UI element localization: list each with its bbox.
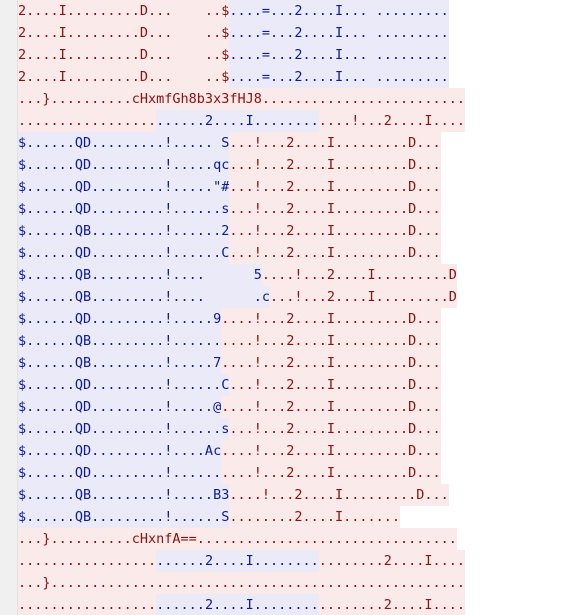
text-line: $......QB.........!.....B3....!...2....I…	[18, 484, 581, 506]
text-line: $......QD.........!......s...!...2....I.…	[18, 418, 581, 440]
line-gutter	[0, 0, 18, 615]
text-segment: .................	[18, 594, 157, 615]
text-segment: ....=...2....I... .........	[229, 66, 449, 88]
text-line: $......QD.........!......C...!...2....I.…	[18, 374, 581, 396]
text-segment: ....!...2....I....	[318, 110, 466, 132]
text-content: 2....I.........D... ..$....=...2....I...…	[18, 0, 581, 615]
text-segment: ....!...2....I.........D...	[221, 352, 441, 374]
text-line: $......QD.........!..... S...!...2....I.…	[18, 132, 581, 154]
text-segment: $......QB.........!.....7	[18, 352, 222, 374]
text-segment: $......QB.........!.... .c	[18, 286, 270, 308]
text-segment: ....!...2....I.........D...	[221, 462, 441, 484]
text-segment: ...!...2....I.........D...	[229, 374, 441, 396]
text-segment: $......QD.........!......C	[18, 242, 230, 264]
text-line: ...}..........cHxnfA==..................…	[18, 528, 581, 550]
text-segment: ...!...2....I.........D...	[229, 242, 441, 264]
text-line: 2....I.........D... ..$....=...2....I...…	[18, 44, 581, 66]
text-segment: $......QD.........!......s	[18, 418, 230, 440]
text-segment: ...!...2....I.........D...	[229, 154, 441, 176]
text-segment: $......QD.........!......	[18, 462, 222, 484]
text-line: $......QD.........!.....qc...!...2....I.…	[18, 154, 581, 176]
text-segment: .................	[18, 110, 157, 132]
text-segment: ....!...2....I.........D	[261, 264, 457, 286]
text-segment: $......QD.........!..... S	[18, 132, 230, 154]
text-line: .......................2....I...........…	[18, 550, 581, 572]
text-segment: $......QD.........!......s	[18, 198, 230, 220]
text-segment: 2....I.........D... ..$	[18, 22, 230, 44]
text-segment: $......QD.........!....."#	[18, 176, 230, 198]
text-line: $......QD.........!....Ac....!...2....I.…	[18, 440, 581, 462]
text-segment: ....!...2....I.........D...	[221, 440, 441, 462]
text-segment: $......QD.........!.....9	[18, 308, 222, 330]
text-line: $......QB.........!......2...!...2....I.…	[18, 220, 581, 242]
text-segment: ...!...2....I.........D...	[229, 198, 441, 220]
text-segment: 2....I.........D... ..$	[18, 0, 230, 22]
text-segment: ...!...2....I.........D...	[229, 220, 441, 242]
text-segment: ....!...2....I.........D...	[229, 484, 449, 506]
text-line: $......QD.........!..........!...2....I.…	[18, 462, 581, 484]
text-segment: ...!...2....I.........D...	[229, 418, 441, 440]
text-segment: ...!...2....I.........D...	[229, 176, 441, 198]
text-segment	[400, 506, 466, 528]
text-line: 2....I.........D... ..$....=...2....I...…	[18, 0, 581, 22]
text-line: 2....I.........D... ..$....=...2....I...…	[18, 22, 581, 44]
text-segment: $......QB.........!......2	[18, 220, 230, 242]
text-segment: 2....I.........D... ..$	[18, 66, 230, 88]
text-segment: $......QB.........!......S	[18, 506, 230, 528]
text-segment: $......QB.........!......	[18, 330, 222, 352]
text-line: $......QB.........!.... .c...!...2....I.…	[18, 286, 581, 308]
text-segment: ....=...2....I... .........	[229, 44, 449, 66]
text-segment: $......QB.........!.....B3	[18, 484, 230, 506]
text-segment: ......2....I........	[156, 110, 319, 132]
text-viewer: 2....I.........D... ..$....=...2....I...…	[0, 0, 581, 615]
text-line: $......QB.........!..........!...2....I.…	[18, 330, 581, 352]
text-segment: $......QD.........!......C	[18, 374, 230, 396]
text-segment: 2....I.........D... ..$	[18, 44, 230, 66]
text-line: $......QB.........!.... 5....!...2....I.…	[18, 264, 581, 286]
text-line: .......................2....I...........…	[18, 110, 581, 132]
text-segment: ....!...2....I.........D...	[221, 308, 441, 330]
text-segment: ...}..........cHxnfA==..................…	[18, 528, 457, 550]
text-line: $......QD.........!.....@....!...2....I.…	[18, 396, 581, 418]
text-segment: ........2....I.......	[229, 506, 401, 528]
text-line: $......QD.........!......s...!...2....I.…	[18, 198, 581, 220]
text-segment: ...!...2....I.........D...	[229, 132, 441, 154]
text-segment: $......QD.........!....Ac	[18, 440, 222, 462]
text-line: $......QB.........!.....7....!...2....I.…	[18, 352, 581, 374]
text-segment: ....=...2....I... .........	[229, 0, 449, 22]
text-line: $......QD.........!....."#...!...2....I.…	[18, 176, 581, 198]
text-segment: .................	[18, 550, 157, 572]
text-segment: ...}....................................…	[18, 572, 466, 594]
text-segment: $......QD.........!.....qc	[18, 154, 230, 176]
text-segment: ....=...2....I... .........	[229, 22, 449, 44]
text-segment: $......QB.........!.... 5	[18, 264, 262, 286]
text-segment: ...}..........cHxmfGh8b3x3fHJ8..........…	[18, 88, 466, 110]
text-line: $......QB.........!......S........2....I…	[18, 506, 581, 528]
text-segment: ......2....I........	[156, 550, 319, 572]
text-segment: ......2....I........	[156, 594, 319, 615]
text-segment: ....!...2....I.........D...	[221, 330, 441, 352]
text-line: $......QD.........!......C...!...2....I.…	[18, 242, 581, 264]
text-line: ...}....................................…	[18, 572, 581, 594]
text-line: 2....I.........D... ..$....=...2....I...…	[18, 66, 581, 88]
text-segment: $......QD.........!.....@	[18, 396, 222, 418]
text-segment: ....!...2....I.........D...	[221, 396, 441, 418]
text-line: ...}..........cHxmfGh8b3x3fHJ8..........…	[18, 88, 581, 110]
text-segment: ...!...2....I.........D	[269, 286, 457, 308]
text-segment: ........2....I....	[318, 550, 466, 572]
text-segment: ........2....I....	[318, 594, 466, 615]
text-line: $......QD.........!.....9....!...2....I.…	[18, 308, 581, 330]
text-line: .......................2....I...........…	[18, 594, 581, 615]
